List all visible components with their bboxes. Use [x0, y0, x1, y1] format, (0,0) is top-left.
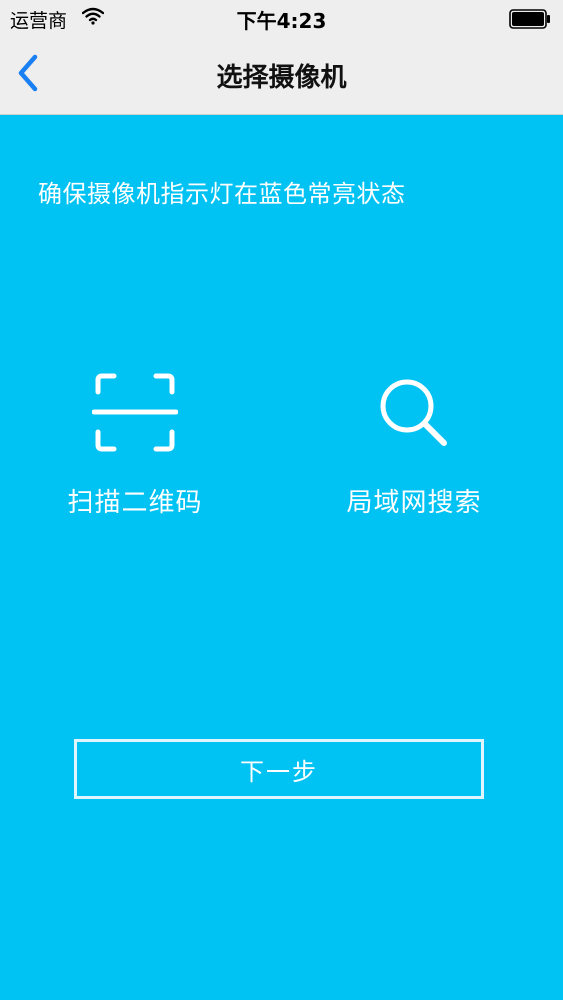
qr-scan-icon — [91, 372, 179, 458]
next-step-button[interactable]: 下一步 — [74, 739, 484, 799]
lan-search-label: 局域网搜索 — [346, 488, 482, 518]
search-icon — [377, 376, 451, 454]
status-bar: 运营商 下午4:23 — [0, 0, 563, 38]
scan-qr-code-label: 扫描二维码 — [67, 488, 203, 518]
status-time: 下午4:23 — [236, 9, 327, 33]
page-title: 选择摄像机 — [216, 63, 347, 93]
instruction-text: 确保摄像机指示灯在蓝色常亮状态 — [38, 180, 406, 208]
lan-search-option[interactable]: 局域网搜索 — [304, 370, 524, 519]
battery-icon — [509, 9, 551, 33]
scan-qr-code-option[interactable]: 扫描二维码 — [25, 370, 245, 519]
navigation-bar: 选择摄像机 — [0, 38, 563, 115]
